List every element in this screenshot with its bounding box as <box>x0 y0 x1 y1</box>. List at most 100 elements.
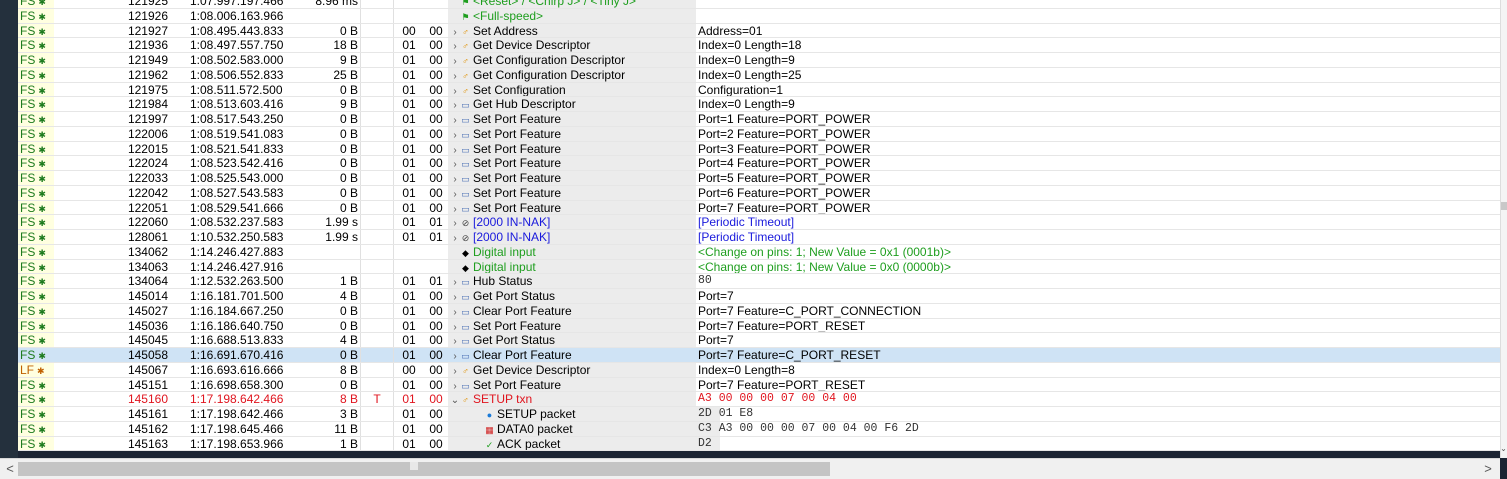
table-row[interactable]: FS ✱ 121936 1:08.497.557.750 18 B 01 00 › ♂ Get D… <box>18 38 1500 53</box>
expand-icon[interactable]: › <box>450 217 460 229</box>
transfer-cell[interactable]: › ▭ Set Port Feature <box>448 318 696 333</box>
expand-icon[interactable]: › <box>450 380 460 392</box>
expand-icon[interactable]: › <box>450 291 460 303</box>
table-row[interactable]: FS ✱ 121927 1:08.495.443.833 0 B 00 00 › ♂ Set Ad… <box>18 23 1500 39</box>
expand-icon[interactable]: › <box>450 85 460 97</box>
transaction-grid[interactable]: FS ✱ 121925 1:07.997.197.466 8.96 ms ⚑ <Reset>… <box>18 0 1500 452</box>
table-row[interactable]: FS ✱ 122006 1:08.519.541.083 0 B 01 00 › ▭ Set Po… <box>18 126 1500 142</box>
table-row[interactable]: FS ✱ 122015 1:08.521.541.833 0 B 01 00 › ▭ Set Po… <box>18 141 1500 157</box>
transfer-cell[interactable]: › ▭ Set Port Feature <box>448 185 696 200</box>
expand-icon[interactable]: › <box>450 203 460 215</box>
table-row[interactable]: FS ✱ 145014 1:16.181.701.500 4 B 01 00 › ▭ Get Po… <box>18 289 1500 304</box>
expand-icon[interactable]: › <box>450 26 460 38</box>
table-row[interactable]: FS ✱ 145160 1:17.198.642.466 8 B T 01 00 ⌄ ♂ SETUP… <box>18 392 1500 407</box>
transfer-label: Set Configuration <box>473 82 566 97</box>
transfer-cell[interactable]: ◆ Digital input <box>448 259 696 274</box>
transfer-cell[interactable]: › ▭ Clear Port Feature <box>448 303 696 318</box>
horizontal-scrollbar[interactable]: < > <box>0 458 1500 479</box>
transfer-cell[interactable]: ▦ DATA0 packet <box>448 421 720 436</box>
expand-icon[interactable]: › <box>450 365 460 377</box>
time-cell: 1:17.198.653.966 <box>190 436 284 451</box>
table-row[interactable]: FS ✱ 121962 1:08.506.552.833 25 B 01 00 › ♂ Get C… <box>18 67 1500 83</box>
transfer-cell[interactable]: › ▭ Get Port Status <box>448 333 696 347</box>
expand-icon[interactable]: › <box>450 144 460 156</box>
table-row[interactable]: FS ✱ 121925 1:07.997.197.466 8.96 ms ⚑ <Reset>… <box>18 0 1500 9</box>
transfer-cell[interactable]: › ▭ Set Port Feature <box>448 126 696 141</box>
scroll-down-icon[interactable]: ⌄ <box>1500 444 1507 458</box>
horizontal-scroll-thumb[interactable] <box>18 462 830 476</box>
table-row[interactable]: FS ✱ 121949 1:08.502.583.000 9 B 01 00 › ♂ Get Co… <box>18 53 1500 68</box>
transfer-cell[interactable]: › ⊘ [2000 IN-NAK] <box>448 215 696 229</box>
table-row[interactable]: FS ✱ 145027 1:16.184.667.250 0 B 01 00 › ▭ Clear … <box>18 303 1500 319</box>
expand-icon[interactable]: › <box>450 114 460 126</box>
transfer-cell[interactable]: ✓ ACK packet <box>448 436 720 451</box>
expand-icon[interactable]: › <box>450 70 460 82</box>
transfer-cell[interactable]: › ▭ Set Port Feature <box>448 156 696 170</box>
expand-icon[interactable]: › <box>450 55 460 67</box>
table-row[interactable]: FS ✱ 145161 1:17.198.642.466 3 B 01 00 ● SETUP p… <box>18 407 1500 422</box>
transfer-cell[interactable]: › ▭ Set Port Feature <box>448 200 696 215</box>
table-row[interactable]: FS ✱ 145151 1:16.698.658.300 0 B 01 00 › ▭ Set Po… <box>18 377 1500 393</box>
transfer-cell[interactable]: › ▭ Set Port Feature <box>448 171 696 185</box>
expand-icon[interactable]: › <box>450 40 460 52</box>
table-row[interactable]: FS ✱ 121975 1:08.511.572.500 0 B 01 00 › ♂ Set Co… <box>18 82 1500 98</box>
transfer-cell[interactable]: › ▭ Set Port Feature <box>448 377 696 392</box>
transfer-cell[interactable]: › ♂ Get Configuration Descriptor <box>448 67 696 82</box>
transfer-cell[interactable]: › ♂ Get Configuration Descriptor <box>448 53 696 67</box>
expand-icon[interactable]: › <box>450 276 460 288</box>
table-row[interactable]: LF ✱ 145067 1:16.693.616.666 8 B 00 00 › ♂ Get De… <box>18 362 1500 378</box>
transfer-label: Set Port Feature <box>473 156 562 170</box>
collapse-icon[interactable]: ⌄ <box>450 394 460 406</box>
table-row[interactable]: FS ✱ 122042 1:08.527.543.583 0 B 01 00 › ▭ Set Po… <box>18 185 1500 201</box>
transfer-cell[interactable]: › ▭ Set Port Feature <box>448 141 696 156</box>
transfer-cell[interactable]: ● SETUP packet <box>448 407 720 421</box>
table-row[interactable]: FS ✱ 134064 1:12.532.263.500 1 B 01 01 › ▭ Hub St… <box>18 274 1500 289</box>
table-row[interactable]: FS ✱ 128061 1:10.532.250.583 1.99 s 01 01 › ⊘ [20… <box>18 230 1500 245</box>
table-row[interactable]: FS ✱ 121997 1:08.517.543.250 0 B 01 00 › ▭ Set Po… <box>18 112 1500 127</box>
transfer-cell[interactable]: ⚑ <Reset> / <Chirp J> / <Tiny J> <box>448 0 696 8</box>
expand-icon[interactable]: › <box>450 321 460 333</box>
transfer-cell[interactable]: ◆ Digital input <box>448 244 696 259</box>
table-row[interactable]: FS ✱ 121984 1:08.513.603.416 9 B 01 00 › ▭ Get Hu… <box>18 97 1500 112</box>
transfer-cell[interactable]: ⚑ <Full-speed> <box>448 8 696 23</box>
transfer-cell[interactable]: › ♂ Set Configuration <box>448 82 696 97</box>
table-row[interactable]: FS ✱ 134062 1:14.246.427.883 ◆ Digital input <… <box>18 244 1500 260</box>
expand-icon[interactable]: › <box>450 129 460 141</box>
table-row[interactable]: FS ✱ 145058 1:16.691.670.416 0 B 01 00 › ▭ Clear … <box>18 348 1500 363</box>
expand-icon[interactable]: › <box>450 99 460 111</box>
expand-icon[interactable]: › <box>450 232 460 244</box>
expand-icon[interactable]: › <box>450 158 460 170</box>
table-row[interactable]: FS ✱ 122024 1:08.523.542.416 0 B 01 00 › ▭ Set Po… <box>18 156 1500 171</box>
table-row[interactable]: FS ✱ 145045 1:16.688.513.833 4 B 01 00 › ▭ Get Po… <box>18 333 1500 348</box>
transfer-cell[interactable]: › ♂ Get Device Descriptor <box>448 38 696 52</box>
table-row[interactable]: FS ✱ 134063 1:14.246.427.916 ◆ Digital input <… <box>18 259 1500 275</box>
transfer-cell[interactable]: › ▭ Set Port Feature <box>448 112 696 126</box>
transfer-cell[interactable]: ⌄ ♂ SETUP txn <box>448 392 696 406</box>
transfer-cell[interactable]: › ♂ Set Address <box>448 23 696 38</box>
transfer-cell[interactable]: › ▭ Hub Status <box>448 274 696 288</box>
vertical-scroll-marker[interactable] <box>1501 202 1507 210</box>
transfer-cell[interactable]: › ▭ Get Hub Descriptor <box>448 97 696 111</box>
scroll-left-icon[interactable]: < <box>2 461 18 477</box>
flag-cell <box>360 112 394 126</box>
table-row[interactable]: FS ✱ 145036 1:16.186.640.750 0 B 01 00 › ▭ Set Po… <box>18 318 1500 334</box>
expand-icon[interactable]: › <box>450 350 460 362</box>
speed-cell: FS ✱ <box>18 23 54 38</box>
expand-icon[interactable]: › <box>450 306 460 318</box>
expand-icon[interactable]: › <box>450 188 460 200</box>
table-row[interactable]: FS ✱ 122051 1:08.529.541.666 0 B 01 00 › ▭ Set Po… <box>18 200 1500 216</box>
transfer-cell[interactable]: › ▭ Get Port Status <box>448 289 696 303</box>
table-row[interactable]: FS ✱ 145162 1:17.198.645.466 11 B 01 00 ▦ DATA0 … <box>18 421 1500 437</box>
table-row[interactable]: FS ✱ 122033 1:08.525.543.000 0 B 01 00 › ▭ Set Po… <box>18 171 1500 186</box>
expand-icon[interactable]: › <box>450 173 460 185</box>
transfer-cell[interactable]: › ▭ Clear Port Feature <box>448 348 696 362</box>
table-row[interactable]: FS ✱ 122060 1:08.532.237.583 1.99 s 01 01 › ⊘ [20… <box>18 215 1500 230</box>
scroll-right-icon[interactable]: > <box>1480 461 1496 477</box>
table-row[interactable]: FS ✱ 145163 1:17.198.653.966 1 B 01 00 ✓ ACK pac… <box>18 436 1500 452</box>
transfer-cell[interactable]: › ⊘ [2000 IN-NAK] <box>448 230 696 244</box>
vertical-scrollbar[interactable] <box>1500 0 1507 458</box>
table-row[interactable]: FS ✱ 121926 1:08.006.163.966 ⚑ <Full-speed> <box>18 8 1500 24</box>
transfer-cell[interactable]: › ♂ Get Device Descriptor <box>448 362 696 377</box>
expand-icon[interactable]: › <box>450 335 460 347</box>
transfer-label: Set Port Feature <box>473 126 562 141</box>
